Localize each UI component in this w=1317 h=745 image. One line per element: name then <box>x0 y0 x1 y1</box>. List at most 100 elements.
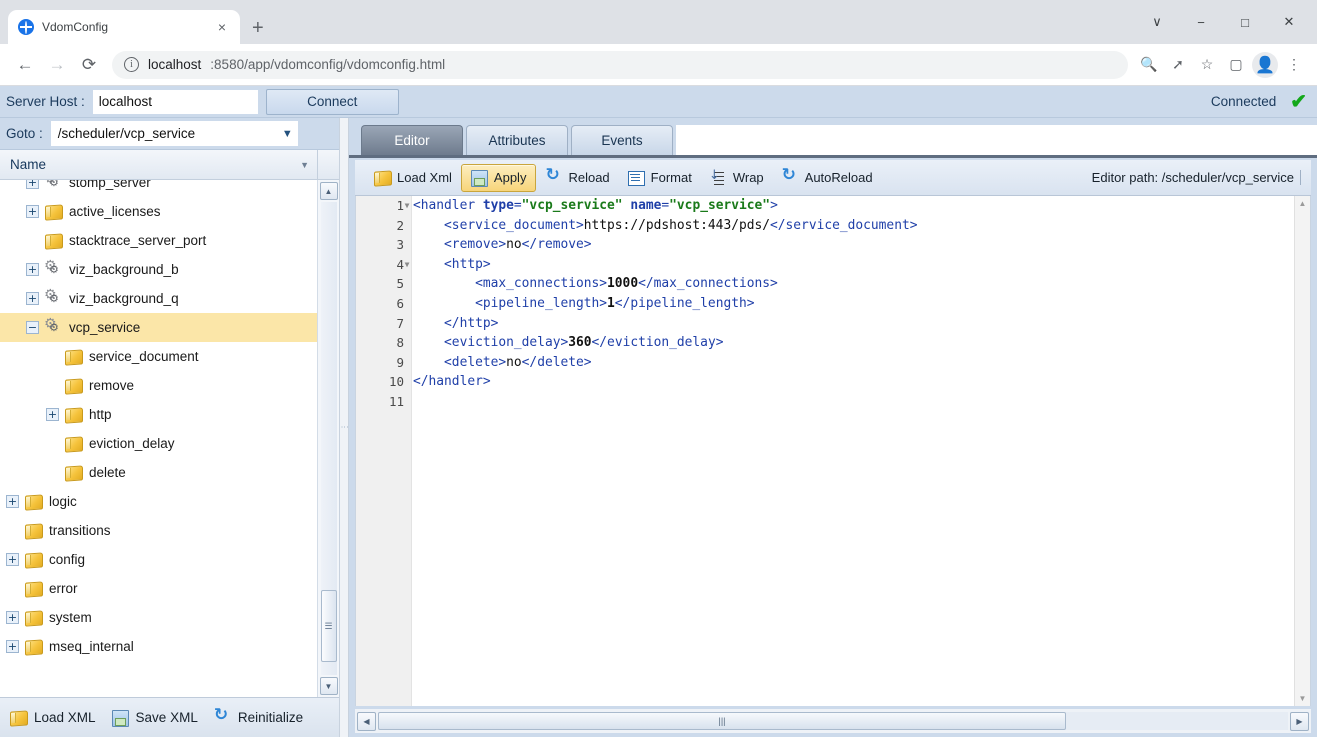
chevron-down-icon[interactable]: ∨ <box>1135 7 1179 37</box>
goto-label: Goto : <box>6 126 43 141</box>
bookmark-star-icon[interactable]: ☆ <box>1194 52 1220 78</box>
grip-icon: ||| <box>718 715 726 726</box>
tree-view[interactable]: + stomp_server + active_licenses stacktrace_… <box>0 180 339 697</box>
tree-item-active_licenses[interactable]: + active_licenses <box>0 197 317 226</box>
goto-bar: Goto : /scheduler/vcp_service ▼ <box>0 118 339 150</box>
tree-item-delete[interactable]: delete <box>0 458 317 487</box>
load-xml-button[interactable]: Load XML <box>10 710 112 725</box>
back-icon[interactable]: ← <box>10 50 40 80</box>
site-info-icon[interactable]: i <box>124 57 139 72</box>
expand-icon[interactable]: + <box>26 292 39 305</box>
tab-editor[interactable]: Editor <box>361 125 463 155</box>
tree-item-http[interactable]: + http <box>0 400 317 429</box>
expander-placeholder <box>46 437 59 450</box>
tree-item-error[interactable]: error <box>0 574 317 603</box>
tree-item-vcp_service[interactable]: − vcp_service <box>0 313 317 342</box>
forward-icon[interactable]: → <box>42 50 72 80</box>
tree-item-mseq_internal[interactable]: + mseq_internal <box>0 632 317 661</box>
zoom-icon[interactable]: 🔍 <box>1136 52 1162 78</box>
scroll-up-button[interactable]: ▲ <box>319 182 338 200</box>
scroll-thumb[interactable]: ☰ <box>320 590 337 662</box>
tree-item-viz_background_b[interactable]: + viz_background_b <box>0 255 317 284</box>
expander-placeholder <box>26 234 39 247</box>
server-host-input[interactable] <box>92 89 258 114</box>
expand-icon[interactable]: + <box>26 205 39 218</box>
address-bar[interactable]: i localhost:8580/app/vdomconfig/vdomconf… <box>112 50 1128 79</box>
goto-select[interactable]: /scheduler/vcp_service ▼ <box>50 121 298 146</box>
apply-button[interactable]: Apply <box>460 163 537 192</box>
format-button[interactable]: Format <box>619 164 701 192</box>
save-icon <box>111 709 129 727</box>
tree-item-stomp_server[interactable]: + stomp_server <box>0 180 317 197</box>
panel-splitter[interactable]: ⋮ <box>340 118 349 737</box>
tree-item-system[interactable]: + system <box>0 603 317 632</box>
tab-events[interactable]: Events <box>571 125 673 155</box>
folder-icon <box>25 581 42 596</box>
scroll-left-button[interactable]: ◀ <box>357 711 376 731</box>
editor-bottom-pad <box>349 733 1317 737</box>
side-panel-icon[interactable]: ▢ <box>1223 52 1249 78</box>
connect-button[interactable]: Connect <box>265 88 399 115</box>
fold-toggle-icon[interactable]: ▼ <box>401 196 413 216</box>
expander-placeholder <box>6 582 19 595</box>
code-text-area[interactable]: <handler type="vcp_service" name="vcp_se… <box>413 196 1294 706</box>
wrap-button[interactable]: Wrap <box>701 164 773 192</box>
main-split: Goto : /scheduler/vcp_service ▼ Name ▼ +… <box>0 118 1317 737</box>
share-icon[interactable]: ➚ <box>1165 52 1191 78</box>
tree-item-stacktrace_server_port[interactable]: stacktrace_server_port <box>0 226 317 255</box>
scroll-track[interactable]: ☰ <box>320 202 337 675</box>
tree-item-eviction_delay[interactable]: eviction_delay <box>0 429 317 458</box>
browser-tab[interactable]: VdomConfig × <box>8 10 240 44</box>
maximize-icon[interactable]: □ <box>1223 7 1267 37</box>
menu-kebab-icon[interactable]: ⋮ <box>1281 52 1307 78</box>
expand-icon[interactable]: + <box>26 263 39 276</box>
save-xml-button[interactable]: Save XML <box>111 709 214 727</box>
tabstrip-filler <box>676 125 1317 155</box>
close-window-icon[interactable]: ✕ <box>1267 7 1311 37</box>
expand-icon[interactable]: + <box>26 180 39 189</box>
expand-icon[interactable]: + <box>6 495 19 508</box>
hscroll-thumb[interactable]: ||| <box>378 712 1066 730</box>
code-token-tag: </pipeline_length> <box>614 295 755 311</box>
code-editor[interactable]: 1 ▼ 2 3 4 ▼ 5 6 7 8 9 10 11 <handler type="vcp_servi… <box>355 196 1311 706</box>
autoreload-button[interactable]: AutoReload <box>773 164 882 192</box>
scroll-right-button[interactable]: ▶ <box>1290 711 1309 731</box>
chevron-down-icon[interactable]: ▼ <box>300 160 309 170</box>
tree-item-service_document[interactable]: service_document <box>0 342 317 371</box>
reload-button[interactable]: Reload <box>536 164 618 192</box>
hscroll-track[interactable]: ||| <box>378 712 1288 730</box>
expand-icon[interactable]: + <box>6 640 19 653</box>
expand-icon[interactable]: + <box>6 611 19 624</box>
browser-tabstrip: VdomConfig × + <box>0 0 1135 44</box>
fold-toggle-icon[interactable]: ▼ <box>401 255 413 275</box>
new-tab-button[interactable]: + <box>252 18 264 38</box>
code-token-str: "vcp_service" <box>669 198 771 213</box>
tab-attributes[interactable]: Attributes <box>466 125 568 155</box>
minimize-icon[interactable]: − <box>1179 7 1223 37</box>
tree-item-config[interactable]: + config <box>0 545 317 574</box>
scroll-up-button[interactable]: ▲ <box>1295 196 1310 208</box>
reinitialize-button[interactable]: Reinitialize <box>214 705 319 726</box>
code-line: <service_document>https://pdshost:443/pd… <box>413 216 1294 236</box>
tree-item-label: active_licenses <box>69 204 161 219</box>
collapse-icon[interactable]: − <box>26 321 39 334</box>
tree-item-transitions[interactable]: transitions <box>0 516 317 545</box>
tree-item-remove[interactable]: remove <box>0 371 317 400</box>
tree-item-logic[interactable]: + logic <box>0 487 317 516</box>
load-xml-button[interactable]: Load Xml <box>365 164 461 192</box>
profile-icon[interactable]: 👤 <box>1252 51 1278 78</box>
expand-icon[interactable]: + <box>46 408 59 421</box>
tree-column-header[interactable]: Name ▼ <box>0 150 339 180</box>
scroll-down-button[interactable]: ▼ <box>1295 694 1310 703</box>
expand-icon[interactable]: + <box>6 553 19 566</box>
wrap-icon <box>709 168 727 185</box>
close-icon[interactable]: × <box>214 18 230 36</box>
scroll-down-button[interactable]: ▼ <box>319 677 338 695</box>
code-horizontal-scrollbar[interactable]: ◀ ||| ▶ <box>355 709 1311 733</box>
reload-icon[interactable]: ⟳ <box>74 50 104 80</box>
goto-select-value: /scheduler/vcp_service <box>57 126 196 141</box>
code-vertical-scrollbar[interactable]: ▲ ▼ <box>1294 196 1310 706</box>
tree-vertical-scrollbar[interactable]: ▲ ☰ ▼ <box>317 180 339 697</box>
tree-item-viz_background_q[interactable]: + viz_background_q <box>0 284 317 313</box>
